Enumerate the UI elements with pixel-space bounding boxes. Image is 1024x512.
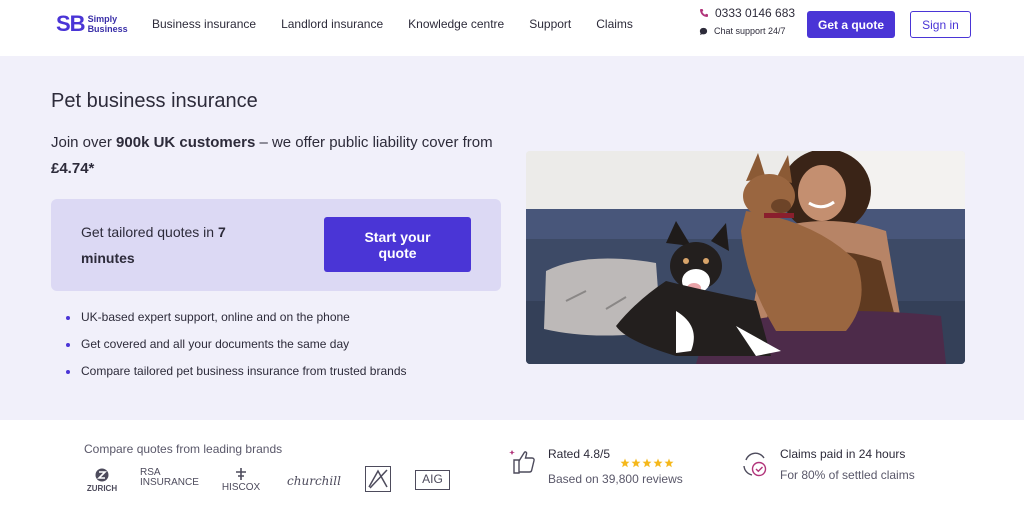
lead-middle: – we offer public liability cover from bbox=[255, 134, 493, 151]
hiscox-mark-icon bbox=[236, 468, 246, 480]
thumbs-up-stars-icon bbox=[509, 450, 535, 474]
star-icon bbox=[631, 458, 641, 468]
star-icon bbox=[664, 458, 674, 468]
benefit-text: UK-based expert support, online and on t… bbox=[81, 310, 350, 324]
bullet-dot-icon bbox=[66, 316, 70, 320]
start-your-quote-button[interactable]: Start your quote bbox=[324, 217, 471, 272]
rating-stars bbox=[620, 458, 674, 468]
nav-claims[interactable]: Claims bbox=[596, 17, 633, 31]
trust-strip: Compare quotes from leading brands ZURIC… bbox=[0, 420, 1024, 512]
nav-business-insurance[interactable]: Business insurance bbox=[152, 17, 256, 31]
aig-logo: AIG bbox=[415, 470, 450, 490]
star-icon bbox=[653, 458, 663, 468]
list-item: Compare tailored pet business insurance … bbox=[66, 364, 407, 391]
zurich-mark-icon bbox=[95, 468, 109, 482]
phone-icon bbox=[700, 9, 708, 17]
logo-text: Simply Business bbox=[88, 14, 128, 34]
bullet-dot-icon bbox=[66, 370, 70, 374]
site-header: SB Simply Business Business insurance La… bbox=[0, 0, 1024, 56]
chat-support-text: Chat support 24/7 bbox=[714, 26, 786, 36]
page-title: Pet business insurance bbox=[51, 90, 258, 112]
cta-prefix: Get tailored quotes in bbox=[81, 224, 218, 240]
star-icon bbox=[642, 458, 652, 468]
brand-zurich-label: ZURICH bbox=[86, 484, 118, 493]
brand-churchill-label: churchill bbox=[287, 474, 341, 488]
list-item: UK-based expert support, online and on t… bbox=[66, 310, 407, 337]
main-nav: Business insurance Landlord insurance Kn… bbox=[152, 17, 658, 31]
brands-label: Compare quotes from leading brands bbox=[84, 442, 283, 456]
zurich-logo: ZURICH bbox=[84, 468, 120, 493]
sign-in-button[interactable]: Sign in bbox=[910, 11, 971, 38]
benefit-text: Compare tailored pet business insurance … bbox=[81, 364, 407, 378]
rating-reviews-count: Based on 39,800 reviews bbox=[548, 472, 683, 486]
chat-link[interactable]: Chat support 24/7 bbox=[699, 26, 795, 36]
chat-icon bbox=[699, 27, 708, 35]
claims-clock-check-icon bbox=[743, 452, 767, 477]
churchill-logo: churchill bbox=[284, 474, 344, 488]
hiscox-logo: HISCOX bbox=[218, 468, 264, 493]
rating-title: Rated 4.8/5 bbox=[548, 447, 611, 461]
hero-section: Pet business insurance Join over 900k UK… bbox=[0, 56, 1024, 420]
quote-cta-box: Get tailored quotes in 7 minutes Start y… bbox=[51, 199, 501, 291]
axa-logo: AXA bbox=[365, 466, 391, 492]
list-item: Get covered and all your documents the s… bbox=[66, 337, 407, 364]
hero-photo-illustration bbox=[526, 151, 965, 364]
rsa-logo: RSA INSURANCE bbox=[140, 467, 199, 488]
phone-link[interactable]: 0333 0146 683 bbox=[699, 6, 795, 20]
phone-number: 0333 0146 683 bbox=[715, 6, 796, 20]
nav-landlord-insurance[interactable]: Landlord insurance bbox=[281, 17, 383, 31]
simply-business-logo[interactable]: SB Simply Business bbox=[56, 11, 128, 37]
benefit-text: Get covered and all your documents the s… bbox=[81, 337, 350, 351]
logo-line-2: Business bbox=[87, 24, 128, 34]
axa-mark-icon bbox=[368, 469, 388, 489]
claims-title: Claims paid in 24 hours bbox=[780, 447, 906, 461]
hero-photo-woman-with-dogs bbox=[526, 151, 965, 364]
logo-line-1: Simply bbox=[87, 14, 118, 24]
get-a-quote-button[interactable]: Get a quote bbox=[807, 11, 895, 38]
brand-aig-label: AIG bbox=[422, 472, 443, 486]
hero-lead: Join over 900k UK customers – we offer p… bbox=[51, 130, 511, 182]
star-icon bbox=[620, 458, 630, 468]
brand-rsa-label: RSA INSURANCE bbox=[140, 467, 199, 488]
benefits-list: UK-based expert support, online and on t… bbox=[66, 310, 407, 391]
lead-customers: 900k UK customers bbox=[116, 134, 256, 151]
logo-mark: SB bbox=[56, 11, 86, 36]
nav-support[interactable]: Support bbox=[529, 17, 571, 31]
nav-knowledge-centre[interactable]: Knowledge centre bbox=[408, 17, 504, 31]
lead-prefix: Join over bbox=[51, 134, 117, 151]
brand-hiscox-label: HISCOX bbox=[221, 482, 261, 493]
cta-text: Get tailored quotes in 7 minutes bbox=[81, 219, 271, 271]
lead-price: £4.74* bbox=[51, 160, 95, 177]
bullet-dot-icon bbox=[66, 343, 70, 347]
claims-subtitle: For 80% of settled claims bbox=[780, 468, 915, 482]
contact-block: 0333 0146 683 Chat support 24/7 bbox=[699, 6, 795, 36]
